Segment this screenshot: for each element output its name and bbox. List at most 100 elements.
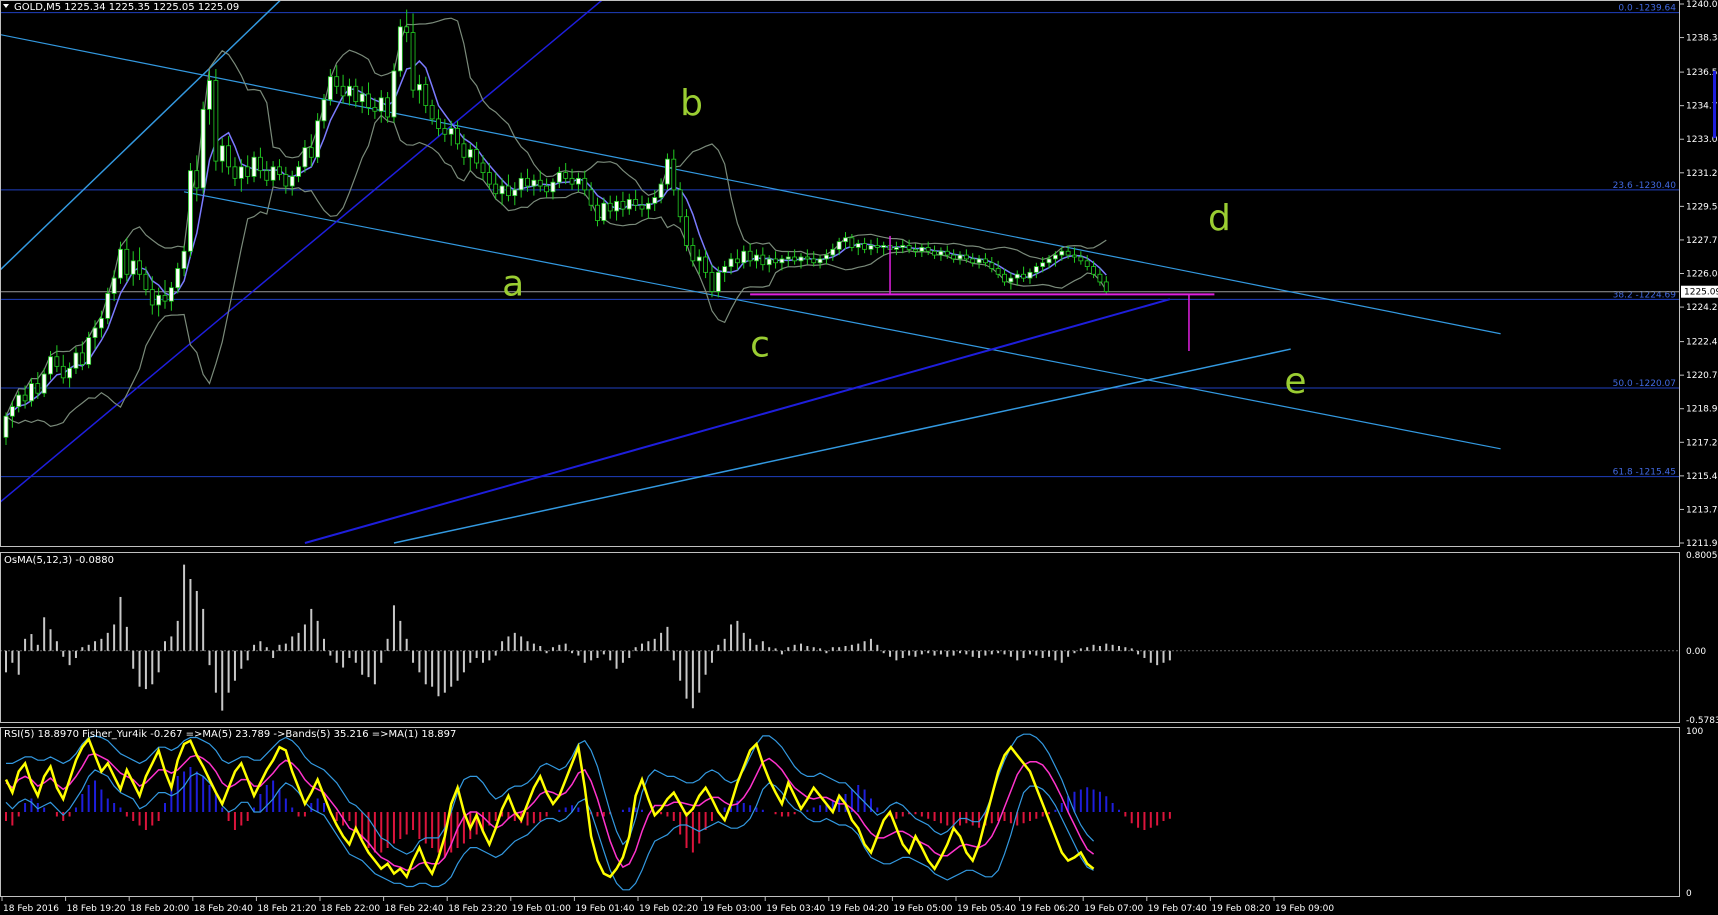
candle-body xyxy=(1002,273,1007,283)
candle-body xyxy=(614,200,619,212)
price-tick-label: 1222.49 xyxy=(1686,338,1718,348)
candle-body xyxy=(970,258,976,264)
candle-body xyxy=(881,245,887,248)
price-tick-label: 1224.29 xyxy=(1686,303,1718,313)
candle-body xyxy=(219,145,225,162)
candle-body xyxy=(544,185,549,193)
price-tick-label: 1217.24 xyxy=(1686,438,1718,448)
candle-body xyxy=(181,250,187,269)
candle-body xyxy=(378,97,384,112)
candle-body xyxy=(1072,254,1077,258)
candle-body xyxy=(1091,266,1096,275)
candle-body xyxy=(308,147,314,158)
candle-body xyxy=(156,294,162,306)
candle-body xyxy=(391,70,397,118)
candle-body xyxy=(938,250,944,256)
candle-body xyxy=(251,156,257,177)
candle-body xyxy=(9,406,15,417)
candle-body xyxy=(372,106,378,112)
candle-body xyxy=(1097,273,1103,283)
candle-body xyxy=(48,356,53,375)
candle-body xyxy=(226,145,232,168)
fib-level-label: 23.6 -1230.40 xyxy=(1613,181,1677,191)
time-tick-label: 18 Feb 2016 xyxy=(3,904,59,914)
range-marker xyxy=(1713,70,1716,139)
candle-body xyxy=(754,254,759,262)
candle-body xyxy=(824,254,829,260)
price-tick-label: 1211.99 xyxy=(1686,539,1718,549)
rsi-tick-label: 100 xyxy=(1686,727,1703,737)
candle-body xyxy=(639,204,645,210)
price-tick-label: 1238.34 xyxy=(1686,34,1718,44)
candle-body xyxy=(474,149,480,164)
rsi-tick-label: 0 xyxy=(1686,889,1692,899)
wave-label-e: e xyxy=(1284,361,1306,402)
candle-body xyxy=(73,352,79,369)
candle-body xyxy=(480,162,486,174)
candle-body xyxy=(493,183,499,195)
candle-body xyxy=(665,158,670,185)
candle-body xyxy=(1021,273,1026,279)
candle-body xyxy=(461,143,467,158)
candle-body xyxy=(645,202,651,210)
time-tick-label: 19 Feb 03:00 xyxy=(703,904,762,914)
candle-body xyxy=(486,172,492,185)
time-tick-label: 18 Feb 23:20 xyxy=(448,904,507,914)
candle-body xyxy=(3,415,9,438)
candle-body xyxy=(894,247,899,250)
price-tick-label: 1227.79 xyxy=(1686,236,1718,246)
candle-body xyxy=(67,367,72,379)
candle-body xyxy=(652,197,658,204)
candle-body xyxy=(175,268,181,289)
candle-body xyxy=(1053,254,1058,260)
candle-body xyxy=(86,337,92,365)
candle-body xyxy=(563,172,569,179)
candle-body xyxy=(327,76,333,101)
time-tick-label: 19 Feb 03:40 xyxy=(766,904,825,914)
price-tick-label: 1231.29 xyxy=(1686,169,1718,179)
time-tick-label: 18 Feb 20:00 xyxy=(130,904,189,914)
time-tick-label: 19 Feb 04:20 xyxy=(830,904,889,914)
price-tick-label: 1240.09 xyxy=(1686,0,1718,10)
trading-chart[interactable]: 0.0 -1239.6423.6 -1230.4038.2 -1224.6950… xyxy=(0,0,1718,915)
candle-body xyxy=(29,383,34,402)
candle-body xyxy=(347,85,352,97)
candle-body xyxy=(576,177,581,185)
candle-body xyxy=(925,247,931,252)
wave-label-b: b xyxy=(680,83,703,124)
time-tick-label: 19 Feb 07:40 xyxy=(1148,904,1207,914)
candle-body xyxy=(792,256,798,262)
candle-body xyxy=(168,287,174,302)
candle-body xyxy=(232,166,238,179)
rsi-header: RSI(5) 18.8970 Fisher_Yur4ik -0.267 =>MA… xyxy=(4,729,456,740)
candle-body xyxy=(741,250,747,264)
candle-body xyxy=(1078,256,1084,262)
candle-body xyxy=(849,237,855,248)
candle-body xyxy=(353,85,359,103)
candle-body xyxy=(315,120,321,158)
candle-body xyxy=(162,294,168,302)
price-tick-label: 1218.99 xyxy=(1686,405,1718,415)
candle-body xyxy=(238,166,244,179)
price-tick-label: 1229.54 xyxy=(1686,202,1718,212)
candle-body xyxy=(1014,273,1020,279)
candle-body xyxy=(722,266,728,273)
time-tick-label: 18 Feb 21:20 xyxy=(257,904,316,914)
candle-body xyxy=(99,317,104,329)
candle-body xyxy=(900,245,906,248)
candle-body xyxy=(582,177,588,191)
candle-body xyxy=(550,181,556,193)
candle-body xyxy=(830,248,836,256)
candle-body xyxy=(1008,277,1014,283)
fib-level-label: 61.8 -1215.45 xyxy=(1613,468,1676,478)
candle-body xyxy=(283,174,289,187)
candle-body xyxy=(188,170,193,252)
candle-body xyxy=(302,147,308,168)
candle-body xyxy=(194,170,200,189)
candle-body xyxy=(696,256,702,262)
candle-body xyxy=(703,256,708,273)
osma-header: OsMA(5,12,3) -0.0880 xyxy=(4,555,114,566)
candle-body xyxy=(518,177,524,191)
price-tick-label: 1215.49 xyxy=(1686,472,1718,482)
candle-body xyxy=(862,243,867,250)
